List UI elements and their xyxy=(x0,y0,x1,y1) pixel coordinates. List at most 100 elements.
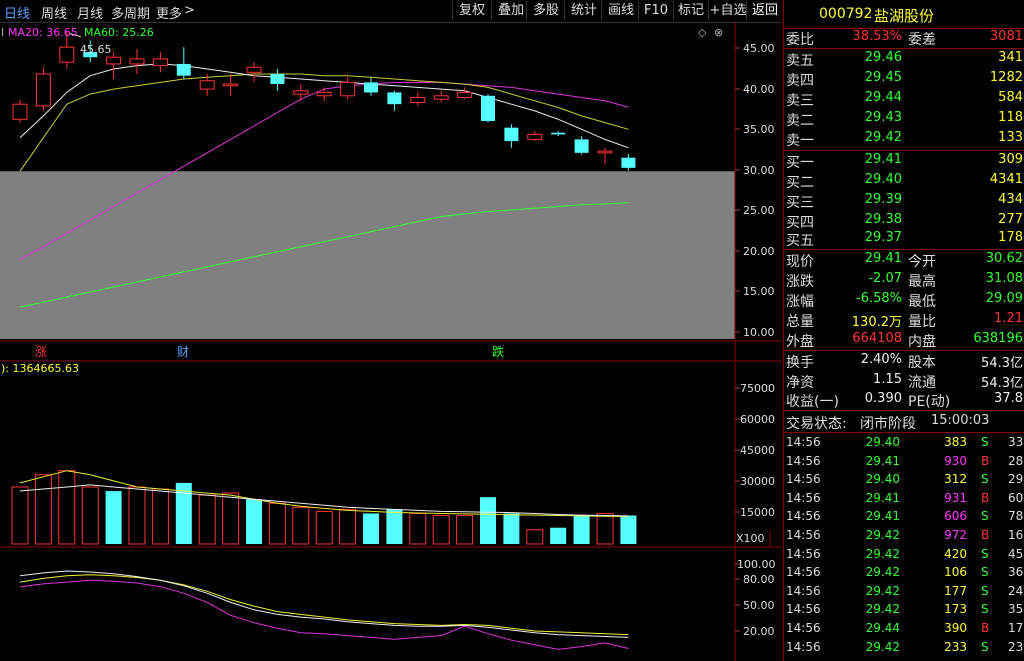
tick-row: 14:56 29.41 930 B 28 xyxy=(784,454,1024,472)
ask-row[interactable]: 卖三 29.44 584 xyxy=(784,90,1024,110)
bid-row[interactable]: 买四 29.38 277 xyxy=(784,212,1024,232)
y-tick-volume: 60000 xyxy=(740,413,775,426)
candle-body xyxy=(12,103,28,120)
bid-price: 29.39 xyxy=(864,192,902,207)
candlestick xyxy=(433,90,449,103)
y-tick-volume: 30000 xyxy=(740,475,775,488)
tick-time: 14:56 xyxy=(786,639,821,654)
stock-chart[interactable]: I MA20: 36.65 MA60: 25.26 ◇ ⊗ 45.65 涨 财 … xyxy=(0,22,782,661)
back-button[interactable]: 返回 xyxy=(746,1,783,20)
chevron-right-icon[interactable]: > xyxy=(184,3,195,18)
bid-label: 买五 xyxy=(786,233,814,249)
trade-status-row: 交易状态: 闭市阶段 15:00:03 xyxy=(784,413,1024,433)
draw-line-button[interactable]: 画线 xyxy=(601,1,640,20)
tick-price: 29.40 xyxy=(865,472,900,487)
trade-status-time: 15:00:03 xyxy=(931,413,990,428)
stock-code: 000792 xyxy=(819,6,873,22)
quote-row: 涨跌 -2.07 最高 31.08 xyxy=(784,271,1024,291)
quote-label: 量比 xyxy=(908,314,936,330)
tick-time: 14:56 xyxy=(786,472,821,487)
volume-bar xyxy=(175,482,192,544)
volume-bar xyxy=(81,486,99,545)
candle-body xyxy=(199,80,215,90)
indicator-d-line xyxy=(19,574,629,636)
tick-side: B xyxy=(981,528,990,542)
tick-volume: 606 xyxy=(944,509,967,524)
bid-row[interactable]: 买二 29.40 4341 xyxy=(784,172,1024,192)
add-watchlist-button[interactable]: +自选 xyxy=(708,1,747,20)
ask-row[interactable]: 卖二 29.43 118 xyxy=(784,110,1024,130)
indicator-j-line xyxy=(19,579,629,650)
tick-time: 14:56 xyxy=(786,453,821,468)
candlestick xyxy=(457,87,473,100)
event-mark-up[interactable]: 涨 xyxy=(35,344,47,359)
quote-label: 最高 xyxy=(908,274,936,290)
tick-price: 29.41 xyxy=(865,490,900,505)
bid-row[interactable]: 买五 29.37 178 xyxy=(784,230,1024,250)
overlay-button[interactable]: 叠加 xyxy=(491,1,530,20)
candle-body xyxy=(59,46,75,63)
volume-bar xyxy=(503,513,520,544)
current-price-value: 29.41 xyxy=(864,251,902,266)
indicator-panel xyxy=(19,570,629,650)
divider xyxy=(784,48,1024,49)
tab-monthly[interactable]: 月线 xyxy=(77,3,103,22)
chart-frame xyxy=(0,22,782,661)
ask-row[interactable]: 卖四 29.45 1282 xyxy=(784,70,1024,90)
ask-row[interactable]: 卖一 29.42 133 xyxy=(784,130,1024,150)
candle-body xyxy=(457,91,473,98)
tick-row: 14:56 29.40 312 S 29 xyxy=(784,472,1024,490)
bid-volume: 277 xyxy=(998,212,1023,227)
net-assets-value: 1.15 xyxy=(873,372,902,387)
f10-button[interactable]: F10 xyxy=(638,1,673,20)
tick-price: 29.42 xyxy=(865,528,900,542)
tick-count: 28 xyxy=(1008,453,1024,468)
candle-body xyxy=(597,150,613,154)
close-circle-icon[interactable]: ⊗ xyxy=(714,26,723,39)
ask-volume: 584 xyxy=(998,90,1023,105)
mark-button[interactable]: 标记 xyxy=(673,1,708,20)
event-mark-finance[interactable]: 财 xyxy=(177,345,189,359)
y-tick-price: 10.00 xyxy=(743,326,775,339)
statistics-button[interactable]: 统计 xyxy=(564,1,603,20)
tick-price: 29.42 xyxy=(865,565,900,580)
tick-time: 14:56 xyxy=(786,509,821,524)
tick-side: S xyxy=(981,565,989,580)
tick-count: 24 xyxy=(1008,583,1024,598)
tick-price: 29.41 xyxy=(865,453,900,468)
bid-row[interactable]: 买三 29.39 434 xyxy=(784,192,1024,212)
volume-bar xyxy=(386,509,403,544)
ratio-label: 委比 xyxy=(786,32,814,48)
volume-bar xyxy=(339,508,357,545)
order-ratio-row: 委比 38.53% 委差 3081 xyxy=(784,29,1024,49)
volume-bar xyxy=(11,486,29,545)
tick-count: 60 xyxy=(1008,490,1024,505)
ask-label: 卖一 xyxy=(786,133,814,149)
total-volume-value: 130.2万 xyxy=(851,315,902,330)
open-price-value: 30.62 xyxy=(985,251,1023,266)
tick-volume: 930 xyxy=(944,453,967,468)
tick-time: 14:56 xyxy=(786,528,821,542)
diamond-icon[interactable]: ◇ xyxy=(698,26,707,39)
candlestick xyxy=(551,131,566,137)
ask-row[interactable]: 卖五 29.46 341 xyxy=(784,50,1024,70)
restore-rights-button[interactable]: 复权 xyxy=(452,1,491,20)
tick-volume: 972 xyxy=(944,528,967,542)
tab-multi-period[interactable]: 多周期 xyxy=(111,3,150,22)
y-tick-indicator: 50.00 xyxy=(743,599,775,612)
tab-more[interactable]: 更多 xyxy=(156,3,182,22)
tab-daily[interactable]: 日线 xyxy=(4,3,30,22)
tab-weekly[interactable]: 周线 xyxy=(41,3,67,22)
divider xyxy=(784,410,1024,411)
multi-stock-button[interactable]: 多股 xyxy=(526,1,565,20)
inner-volume-value: 638196 xyxy=(973,331,1023,346)
ask-volume: 341 xyxy=(998,50,1023,65)
bid-row[interactable]: 买一 29.41 309 xyxy=(784,152,1024,172)
event-mark-down[interactable]: 跌 xyxy=(492,344,504,359)
quote-row: 总量 130.2万 量比 1.21 xyxy=(784,311,1024,331)
volume-bar xyxy=(573,515,590,544)
fundamental-label: 净资 xyxy=(786,375,814,391)
volume-bar xyxy=(363,513,379,544)
quote-label: 今开 xyxy=(908,254,936,270)
ask-price: 29.45 xyxy=(864,70,902,85)
